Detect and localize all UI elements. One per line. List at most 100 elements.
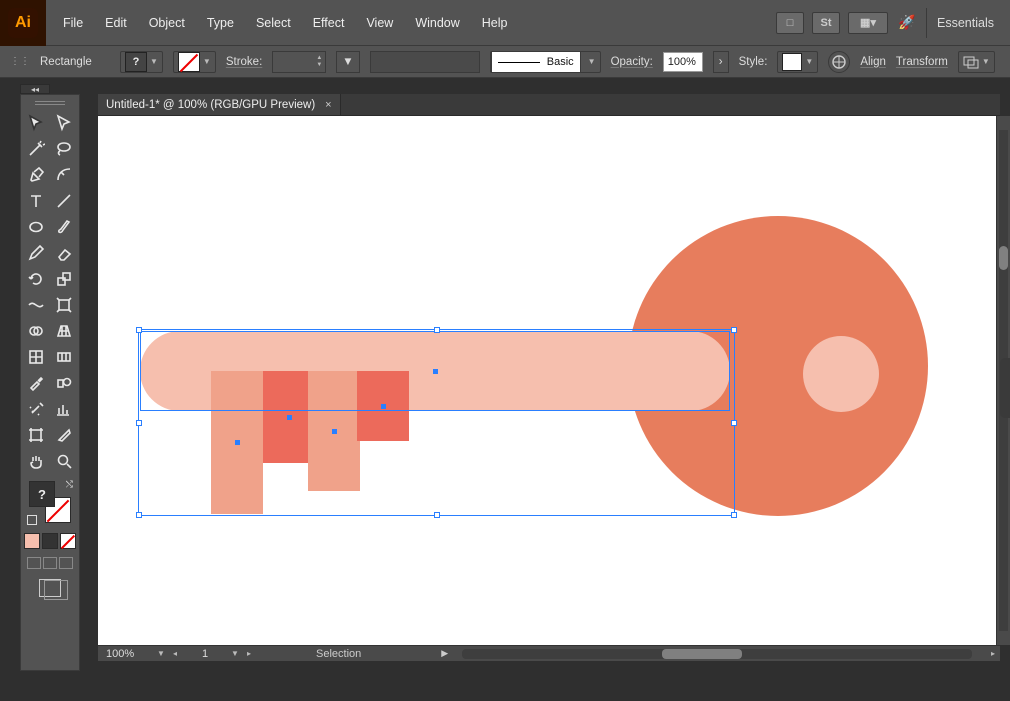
- menu-view[interactable]: View: [357, 10, 402, 36]
- stroke-swatch-dropdown[interactable]: ▼: [173, 51, 216, 73]
- menu-edit[interactable]: Edit: [96, 10, 136, 36]
- artboard-number[interactable]: 1: [182, 648, 228, 660]
- scroll-right-icon[interactable]: ▸: [986, 646, 1000, 662]
- align-panel-link[interactable]: Align: [860, 56, 886, 68]
- stepper-icon[interactable]: ▲▼: [316, 55, 322, 68]
- menu-effect[interactable]: Effect: [304, 10, 354, 36]
- perspective-grid-tool[interactable]: [51, 319, 77, 343]
- panel-grip-icon[interactable]: ⋮⋮: [10, 56, 30, 67]
- gpu-rocket-icon[interactable]: 🚀: [896, 14, 918, 31]
- eraser-tool[interactable]: [51, 241, 77, 265]
- prev-artboard-icon[interactable]: ◂: [168, 646, 182, 662]
- transform-panel-link[interactable]: Transform: [896, 56, 948, 68]
- opacity-panel-link[interactable]: Opacity:: [611, 56, 653, 68]
- default-fill-stroke-icon[interactable]: [27, 515, 37, 525]
- selection-tool[interactable]: [23, 111, 49, 135]
- curvature-tool[interactable]: [51, 163, 77, 187]
- horizontal-scroll-track[interactable]: [462, 649, 972, 659]
- artboard-tool[interactable]: [23, 423, 49, 447]
- graphic-style-dropdown[interactable]: ▼: [777, 51, 818, 73]
- chevron-down-icon[interactable]: ▼: [154, 646, 168, 662]
- slice-tool[interactable]: [51, 423, 77, 447]
- chevron-down-icon[interactable]: ▼: [228, 646, 242, 662]
- stroke-panel-link[interactable]: Stroke:: [226, 56, 262, 68]
- stroke-profile-dropdown[interactable]: ▼: [336, 51, 359, 73]
- color-mode-solid[interactable]: [24, 533, 40, 549]
- opacity-dropdown[interactable]: ›: [713, 51, 729, 73]
- eyedropper-tool[interactable]: [23, 371, 49, 395]
- paintbrush-tool[interactable]: [51, 215, 77, 239]
- brush-definition-dropdown[interactable]: Basic ▼: [490, 51, 601, 73]
- draw-inside-icon[interactable]: [59, 557, 73, 569]
- object-center-3: [287, 415, 292, 420]
- selection-bounding-box[interactable]: [138, 329, 735, 516]
- resize-handle-sw[interactable]: [136, 512, 142, 518]
- pen-tool[interactable]: [23, 163, 49, 187]
- width-tool[interactable]: [23, 293, 49, 317]
- rotate-tool[interactable]: [23, 267, 49, 291]
- resize-handle-ne[interactable]: [731, 327, 737, 333]
- object-center-2: [235, 440, 240, 445]
- blend-tool[interactable]: [51, 371, 77, 395]
- recolor-artwork-icon[interactable]: [828, 51, 850, 73]
- chevron-down-icon: ▼: [982, 57, 990, 66]
- isolate-icon: [963, 55, 979, 69]
- resize-handle-s[interactable]: [434, 512, 440, 518]
- line-tool[interactable]: [51, 189, 77, 213]
- close-tab-icon[interactable]: ×: [325, 99, 331, 111]
- mesh-tool[interactable]: [23, 345, 49, 369]
- horizontal-scroll-thumb[interactable]: [662, 649, 742, 659]
- draw-behind-icon[interactable]: [43, 557, 57, 569]
- fill-color-swatch[interactable]: ?: [29, 481, 55, 507]
- status-menu-icon[interactable]: ▶: [441, 648, 448, 659]
- ellipse-tool[interactable]: [23, 215, 49, 239]
- toolbox-grip-icon[interactable]: [35, 101, 65, 105]
- zoom-level[interactable]: 100%: [98, 648, 154, 660]
- magic-wand-tool[interactable]: [23, 137, 49, 161]
- direct-selection-tool[interactable]: [51, 111, 77, 135]
- right-panel-collapsed-icon[interactable]: [1000, 358, 1010, 418]
- arrange-docs-icon[interactable]: ▦▾: [848, 12, 888, 34]
- canvas[interactable]: [98, 116, 1000, 645]
- pencil-tool[interactable]: [23, 241, 49, 265]
- fill-swatch-dropdown[interactable]: ? ▼: [120, 51, 163, 73]
- swap-fill-stroke-icon[interactable]: ⤭: [66, 479, 73, 490]
- color-mode-none[interactable]: [60, 533, 76, 549]
- menu-file[interactable]: File: [54, 10, 92, 36]
- scroll-thumb[interactable]: [999, 246, 1008, 270]
- menu-window[interactable]: Window: [406, 10, 468, 36]
- collapse-panels-icon[interactable]: ◂◂: [20, 84, 50, 94]
- isolate-group-dropdown[interactable]: ▼: [958, 51, 995, 73]
- type-tool[interactable]: [23, 189, 49, 213]
- scale-tool[interactable]: [51, 267, 77, 291]
- stock-icon[interactable]: St: [812, 12, 840, 34]
- resize-handle-e[interactable]: [731, 420, 737, 426]
- bridge-icon[interactable]: □: [776, 12, 804, 34]
- resize-handle-nw[interactable]: [136, 327, 142, 333]
- stroke-weight-input[interactable]: ▲▼: [272, 51, 326, 73]
- next-artboard-icon[interactable]: ▸: [242, 646, 256, 662]
- zoom-tool[interactable]: [51, 449, 77, 473]
- resize-handle-se[interactable]: [731, 512, 737, 518]
- symbol-sprayer-tool[interactable]: [23, 397, 49, 421]
- screen-mode-icon[interactable]: [39, 579, 61, 597]
- menu-select[interactable]: Select: [247, 10, 300, 36]
- gradient-tool[interactable]: [51, 345, 77, 369]
- draw-normal-icon[interactable]: [27, 557, 41, 569]
- opacity-input[interactable]: 100%: [663, 52, 703, 72]
- menu-help[interactable]: Help: [473, 10, 517, 36]
- fill-stroke-swatches[interactable]: ? ⤭: [29, 481, 71, 523]
- variable-width-profile[interactable]: [370, 51, 480, 73]
- resize-handle-n[interactable]: [434, 327, 440, 333]
- workspace-switcher[interactable]: Essentials: [926, 8, 1004, 38]
- free-transform-tool[interactable]: [51, 293, 77, 317]
- hand-tool[interactable]: [23, 449, 49, 473]
- menu-object[interactable]: Object: [140, 10, 194, 36]
- column-graph-tool[interactable]: [51, 397, 77, 421]
- shape-builder-tool[interactable]: [23, 319, 49, 343]
- resize-handle-w[interactable]: [136, 420, 142, 426]
- menu-type[interactable]: Type: [198, 10, 243, 36]
- lasso-tool[interactable]: [51, 137, 77, 161]
- color-mode-gradient[interactable]: [42, 533, 58, 549]
- document-tab[interactable]: Untitled-1* @ 100% (RGB/GPU Preview) ×: [98, 94, 341, 115]
